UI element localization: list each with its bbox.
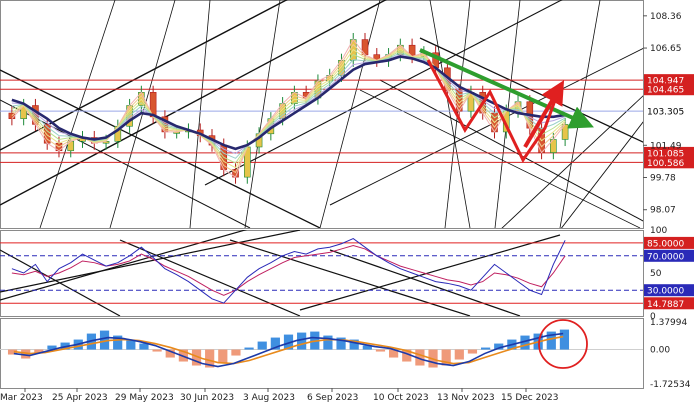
macd-histogram-bar	[231, 349, 241, 356]
x-tick-label-0: Mar 2023	[0, 393, 43, 403]
x-tick-label-8: 15 Dec 2023	[501, 393, 559, 403]
x-tick-label-4: 3 Aug 2023	[243, 393, 295, 403]
x-tick-label-5: 6 Sep 2023	[307, 393, 358, 403]
macd-histogram-bar	[218, 349, 228, 364]
macd-histogram-bar	[375, 349, 386, 352]
macd-histogram-bar	[454, 349, 464, 360]
macd-tick-label-1: 0.00	[650, 346, 670, 356]
level-tag-text-4: 100.586	[647, 159, 684, 169]
macd-histogram-bar	[257, 341, 267, 350]
macd-tick-label-0: 1.37994	[650, 318, 687, 328]
osc-tag-text-1: 70.0000	[647, 252, 684, 262]
price-tick-label-8: 99.78	[650, 174, 676, 184]
macd-histogram-bar	[139, 343, 149, 350]
macd-histogram-bar	[297, 332, 307, 350]
osc-tick-label-0: 100	[650, 226, 667, 236]
level-tag-text-2: 103.305	[647, 108, 684, 118]
osc-tag-text-0: 85.0000	[647, 239, 684, 249]
x-tick-label-3: 30 Jun 2023	[180, 393, 234, 403]
macd-histogram-bar	[480, 347, 491, 350]
level-tag-text-1: 104.465	[647, 86, 684, 96]
macd-histogram-bar	[152, 349, 162, 352]
osc-tag-text-2: 30.0000	[647, 287, 684, 297]
x-tick-label-1: 25 Apr 2023	[52, 393, 108, 403]
macd-histogram-bar	[244, 347, 254, 350]
x-tick-label-6: 10 Oct 2023	[373, 393, 429, 403]
macd-histogram-bar	[559, 329, 570, 350]
price-tick-label-0: 108.36	[650, 12, 682, 22]
x-tick-label-7: 13 Nov 2023	[437, 393, 495, 403]
osc-tag-text-3: 14.7887	[647, 300, 684, 310]
x-tick-label-2: 29 May 2023	[115, 393, 174, 403]
macd-histogram-bar	[467, 349, 478, 354]
panel-frames	[0, 0, 644, 389]
price-tick-label-5: 101.49	[650, 141, 682, 151]
osc-tick-label-3: 50	[650, 269, 662, 279]
panel-frame-1	[0, 0, 644, 229]
chart-root: 104.947104.465103.305101.085100.586108.3…	[0, 0, 694, 403]
panel-frame-3	[0, 318, 644, 389]
price-tick-label-1: 106.65	[650, 44, 682, 54]
macd-tick-label-2: -1.72534	[650, 380, 691, 390]
price-tick-label-9: 98.07	[650, 206, 676, 216]
